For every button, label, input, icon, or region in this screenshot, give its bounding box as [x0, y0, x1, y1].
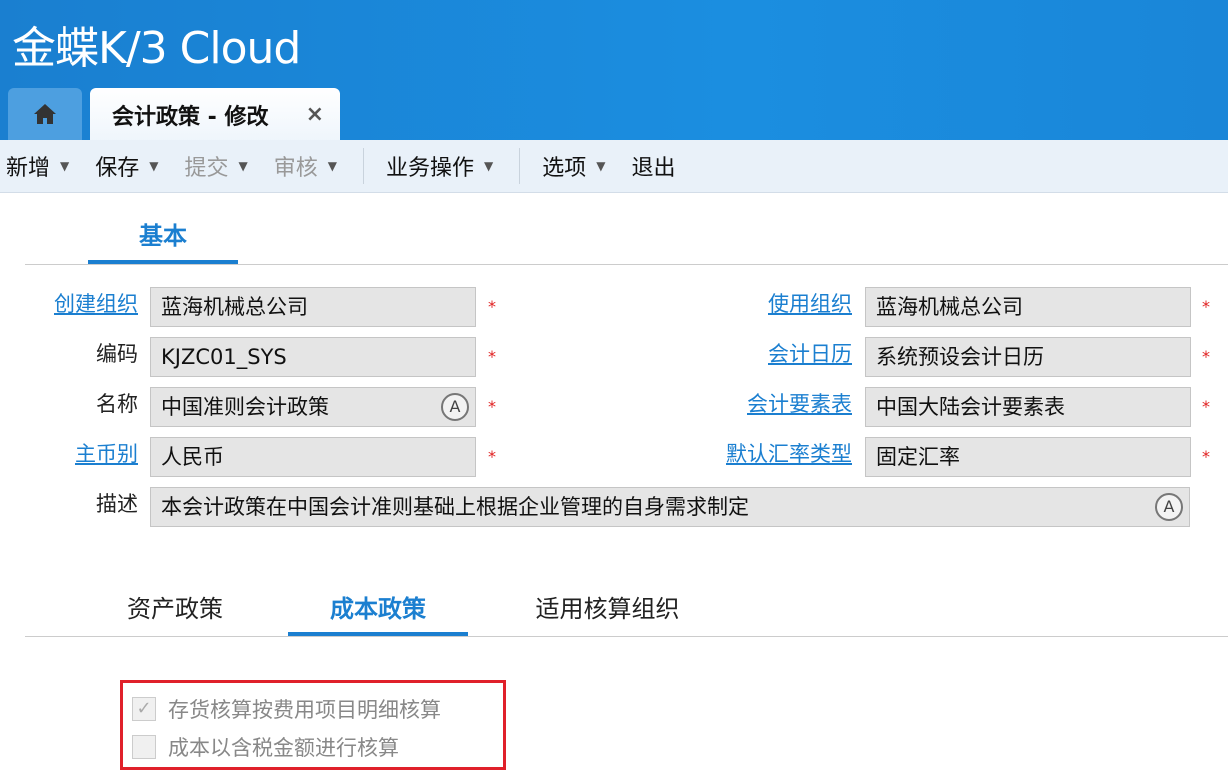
required-mark: *: [488, 292, 496, 322]
submit-button[interactable]: 提交 ▼: [185, 150, 248, 182]
new-label: 新增: [6, 150, 50, 182]
option-expense-detail[interactable]: ✓ 存货核算按费用项目明细核算: [132, 694, 441, 724]
required-mark: *: [488, 392, 496, 422]
home-tab[interactable]: [8, 88, 82, 140]
checkbox-unchecked[interactable]: [132, 735, 156, 759]
divider: [25, 264, 1228, 265]
tab-cost-policy[interactable]: 成本政策: [288, 588, 468, 636]
toolbar: 新增 ▼ 保存 ▼ 提交 ▼ 审核 ▼ 业务操作 ▼ 选项 ▼ 退出: [0, 140, 1228, 193]
name-label: 名称: [0, 384, 138, 424]
option-tax-inclusive[interactable]: 成本以含税金额进行核算: [132, 732, 399, 762]
logo: 金蝶K/3 Cloud: [12, 12, 300, 76]
tab-basic[interactable]: 基本: [88, 215, 238, 264]
exit-button[interactable]: 退出: [632, 150, 676, 182]
description-label: 描述: [0, 484, 138, 524]
caret-down-icon: ▼: [328, 159, 337, 173]
currency-label[interactable]: 主币别: [0, 434, 138, 474]
code-field[interactable]: KJZC01_SYS: [150, 337, 476, 377]
caret-down-icon: ▼: [484, 159, 493, 173]
calendar-field[interactable]: 系统预设会计日历: [865, 337, 1191, 377]
tab-asset-policy[interactable]: 资产政策: [100, 588, 250, 636]
rate-type-field[interactable]: 固定汇率: [865, 437, 1191, 477]
audit-label: 审核: [274, 150, 318, 182]
new-button[interactable]: 新增 ▼: [6, 150, 69, 182]
business-ops-button[interactable]: 业务操作 ▼: [386, 150, 493, 182]
divider: [363, 148, 364, 184]
app-header: 金蝶K/3 Cloud 会计政策 - 修改 ×: [0, 0, 1228, 140]
required-mark: *: [1202, 442, 1210, 472]
description-field[interactable]: 本会计政策在中国会计准则基础上根据企业管理的自身需求制定 A: [150, 487, 1190, 527]
submit-label: 提交: [185, 150, 229, 182]
options-label: 选项: [542, 150, 586, 182]
business-ops-label: 业务操作: [386, 150, 474, 182]
close-icon[interactable]: ×: [306, 102, 324, 127]
save-button[interactable]: 保存 ▼: [95, 150, 158, 182]
elements-label[interactable]: 会计要素表: [652, 384, 852, 424]
rate-type-label[interactable]: 默认汇率类型: [652, 434, 852, 474]
caret-down-icon: ▼: [596, 159, 605, 173]
divider: [519, 148, 520, 184]
caret-down-icon: ▼: [239, 159, 248, 173]
name-field[interactable]: 中国准则会计政策 A: [150, 387, 476, 427]
elements-field[interactable]: 中国大陆会计要素表: [865, 387, 1191, 427]
create-org-label[interactable]: 创建组织: [0, 284, 138, 324]
save-label: 保存: [95, 150, 139, 182]
currency-field[interactable]: 人民币: [150, 437, 476, 477]
use-org-label[interactable]: 使用组织: [652, 284, 852, 324]
use-org-field[interactable]: 蓝海机械总公司: [865, 287, 1191, 327]
exit-label: 退出: [632, 150, 676, 182]
divider: [25, 636, 1228, 637]
code-label: 编码: [0, 334, 138, 374]
caret-down-icon: ▼: [60, 159, 69, 173]
checkbox-checked[interactable]: ✓: [132, 697, 156, 721]
calendar-label[interactable]: 会计日历: [652, 334, 852, 374]
tab-accounting-policy[interactable]: 会计政策 - 修改 ×: [90, 88, 340, 142]
multilanguage-icon[interactable]: A: [441, 393, 469, 421]
option-label: 成本以含税金额进行核算: [168, 732, 399, 762]
required-mark: *: [1202, 342, 1210, 372]
required-mark: *: [488, 342, 496, 372]
tab-accounting-orgs[interactable]: 适用核算组织: [510, 588, 705, 636]
options-button[interactable]: 选项 ▼: [542, 150, 605, 182]
caret-down-icon: ▼: [149, 159, 158, 173]
create-org-field[interactable]: 蓝海机械总公司: [150, 287, 476, 327]
description-value: 本会计政策在中国会计准则基础上根据企业管理的自身需求制定: [161, 495, 749, 519]
option-label: 存货核算按费用项目明细核算: [168, 694, 441, 724]
required-mark: *: [1202, 292, 1210, 322]
required-mark: *: [1202, 392, 1210, 422]
tab-label: 会计政策 - 修改: [112, 99, 268, 131]
audit-button[interactable]: 审核 ▼: [274, 150, 337, 182]
home-icon: [33, 103, 57, 125]
required-mark: *: [488, 442, 496, 472]
name-value: 中国准则会计政策: [161, 395, 329, 419]
multilanguage-icon[interactable]: A: [1155, 493, 1183, 521]
